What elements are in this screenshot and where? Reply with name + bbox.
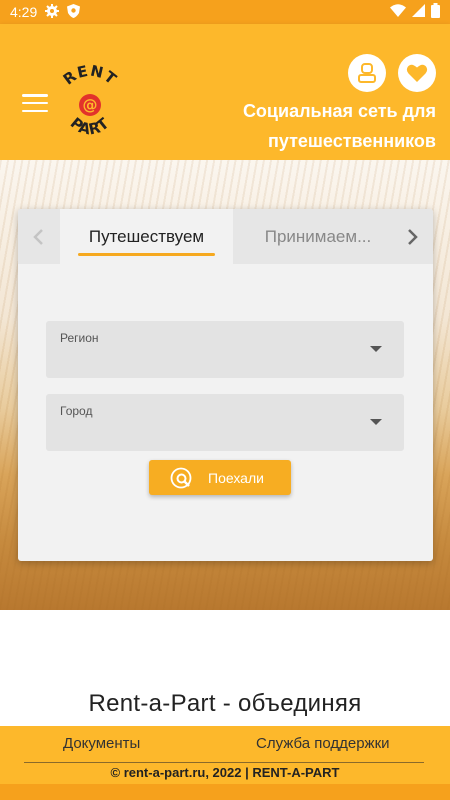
app-header: RENT PART @ Социальная сеть для путешест… [0, 24, 450, 160]
chevron-left-icon[interactable] [18, 209, 58, 264]
signal-icon [412, 4, 425, 20]
tagline: Социальная сеть для путешественников [242, 101, 436, 151]
city-label: Город [60, 404, 93, 418]
region-select[interactable]: Регион [46, 321, 404, 378]
shield-icon [67, 3, 81, 21]
menu-icon[interactable] [22, 94, 48, 112]
city-select[interactable]: Город [46, 394, 404, 451]
go-button[interactable]: Поехали [149, 460, 291, 495]
heart-icon[interactable] [398, 54, 436, 92]
chevron-right-icon[interactable] [393, 209, 433, 264]
footer-divider [24, 762, 424, 763]
wifi-icon [390, 4, 406, 20]
active-tab-indicator [78, 253, 215, 256]
search-location-icon [170, 467, 192, 489]
copyright-text: © rent-a-part.ru, 2022 | RENT-A-PART [110, 765, 340, 780]
tab-host-label: Принимаем... [264, 226, 372, 246]
status-bar: 4:29 [0, 0, 450, 24]
tab-travel[interactable]: Путешествуем [60, 209, 233, 264]
user-icon[interactable] [348, 54, 386, 92]
system-nav-bar [0, 784, 450, 800]
footer: Документы Служба поддержки © rent-a-part… [0, 726, 450, 784]
tab-travel-label: Путешествуем [88, 226, 205, 246]
gear-icon [45, 3, 60, 21]
svg-text:RENT: RENT [60, 64, 121, 89]
battery-icon [431, 3, 440, 21]
region-label: Регион [60, 331, 99, 345]
svg-text:PART: PART [67, 114, 113, 139]
svg-text:@: @ [83, 96, 98, 114]
tab-bar: Путешествуем Принимаем... [18, 209, 433, 264]
go-button-label: Поехали [208, 469, 264, 486]
support-link[interactable]: Служба поддержки [256, 735, 390, 752]
status-time: 4:29 [10, 4, 38, 20]
caret-down-icon [370, 346, 382, 352]
tab-host[interactable]: Принимаем... [233, 209, 403, 264]
search-card: Путешествуем Принимаем... Регион Город П… [18, 209, 433, 561]
caret-down-icon [370, 419, 382, 425]
rent-a-part-logo[interactable]: RENT PART @ [50, 62, 130, 144]
documents-link[interactable]: Документы [63, 735, 140, 752]
intro-heading: Rent-a-Part - объединяя [88, 690, 362, 717]
